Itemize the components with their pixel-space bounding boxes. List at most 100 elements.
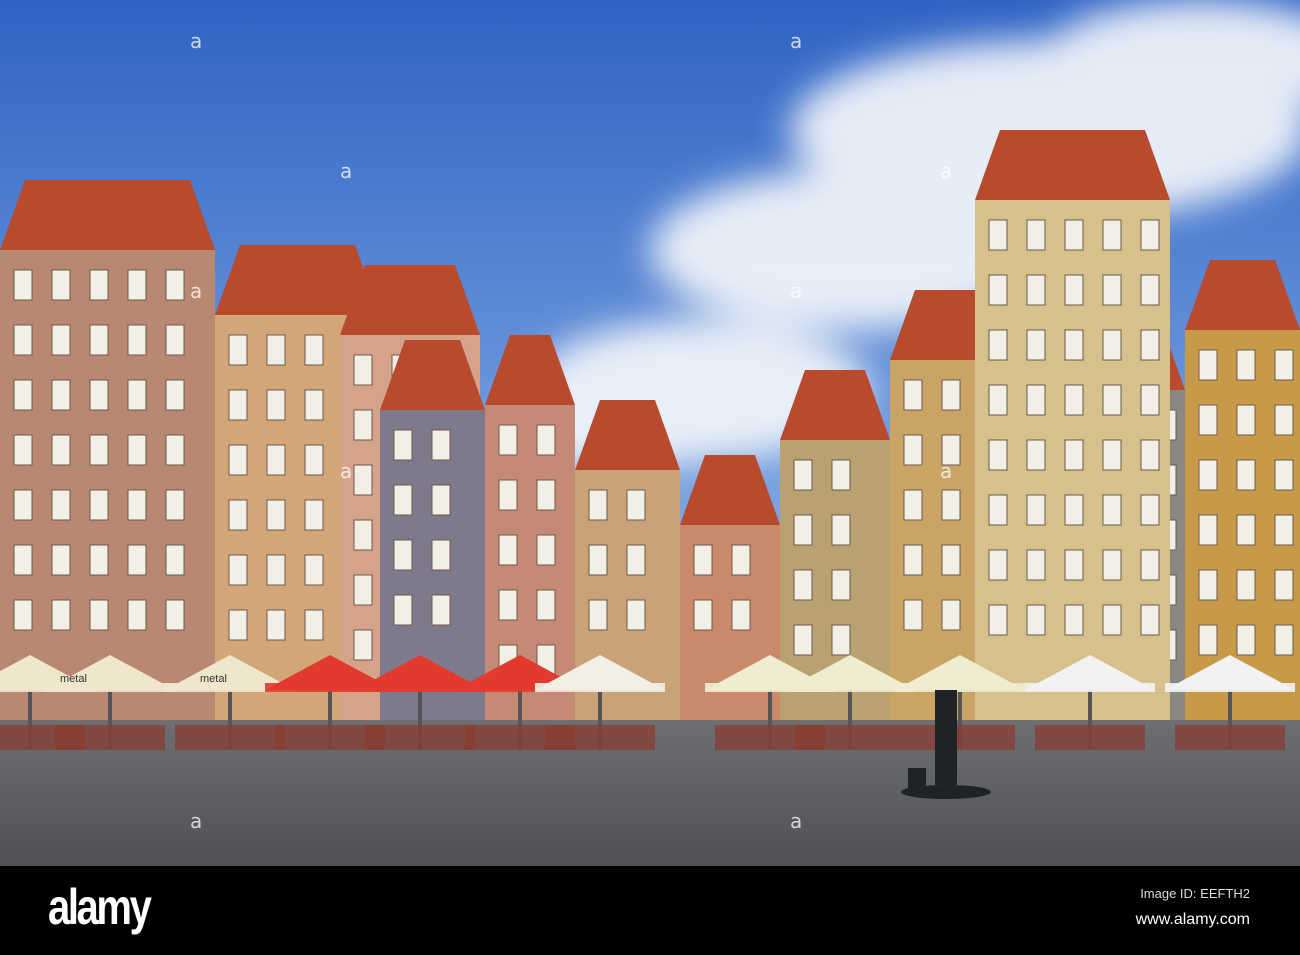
window [1236,459,1256,491]
window [988,329,1008,361]
window [1102,274,1122,306]
window [353,464,373,496]
window [266,389,286,421]
window [165,489,185,521]
window [127,434,147,466]
window [1026,439,1046,471]
window [1236,569,1256,601]
window [13,324,33,356]
window [165,544,185,576]
window [353,409,373,441]
window [89,599,109,631]
window [1140,329,1160,361]
window [89,324,109,356]
svg-text:a: a [190,279,202,303]
roof [0,180,215,250]
window [431,594,451,626]
window [903,379,923,411]
window [1140,549,1160,581]
window [498,534,518,566]
window [1026,494,1046,526]
window [89,544,109,576]
window [304,609,324,641]
window [89,434,109,466]
window [793,514,813,546]
window [266,554,286,586]
svg-text:a: a [790,29,802,53]
window [1064,439,1084,471]
window [51,379,71,411]
image-id: Image ID: EEFTH2 [1140,886,1250,901]
svg-text:a: a [190,809,202,833]
window [304,499,324,531]
window [1140,494,1160,526]
cafe-tables [175,725,285,750]
window [588,489,608,521]
window [1274,514,1294,546]
svg-text:a: a [790,279,802,303]
window [1102,549,1122,581]
window [1102,219,1122,251]
window [89,379,109,411]
window [1274,404,1294,436]
window [13,544,33,576]
window [51,434,71,466]
window [228,389,248,421]
window [228,609,248,641]
svg-text:a: a [340,459,352,483]
window [693,599,713,631]
window [1064,384,1084,416]
window [1274,459,1294,491]
window [941,489,961,521]
window [1102,439,1122,471]
svg-text:a: a [940,459,952,483]
window [1026,549,1046,581]
roof [975,130,1170,200]
window [498,424,518,456]
market-square-photo: metal metal a a a a a a a a a a [0,0,1300,866]
window [988,604,1008,636]
window [1064,274,1084,306]
window [903,544,923,576]
window [941,599,961,631]
window [127,544,147,576]
website-link[interactable]: www.alamy.com [1136,911,1250,929]
window [831,514,851,546]
window [228,334,248,366]
window [127,489,147,521]
window [793,624,813,656]
window [793,569,813,601]
window [1140,274,1160,306]
window [165,324,185,356]
window [588,544,608,576]
building [975,130,1170,740]
window [793,459,813,491]
window [304,444,324,476]
window [1102,329,1122,361]
window [228,499,248,531]
cafe-tables [1175,725,1285,750]
alamy-logo[interactable]: alamy [48,878,152,936]
cafe-tables [365,725,475,750]
window [498,479,518,511]
building [0,180,215,740]
window [13,269,33,301]
window [988,274,1008,306]
window [941,379,961,411]
window [304,389,324,421]
cafe-tables [795,725,905,750]
window [626,489,646,521]
window [51,324,71,356]
window [1274,569,1294,601]
window [1198,404,1218,436]
window [1026,329,1046,361]
umbrella-label: metal [200,673,227,685]
window [1274,349,1294,381]
window [266,334,286,366]
window [89,489,109,521]
window [988,439,1008,471]
window [1064,549,1084,581]
window [353,519,373,551]
window [266,499,286,531]
window [1198,514,1218,546]
